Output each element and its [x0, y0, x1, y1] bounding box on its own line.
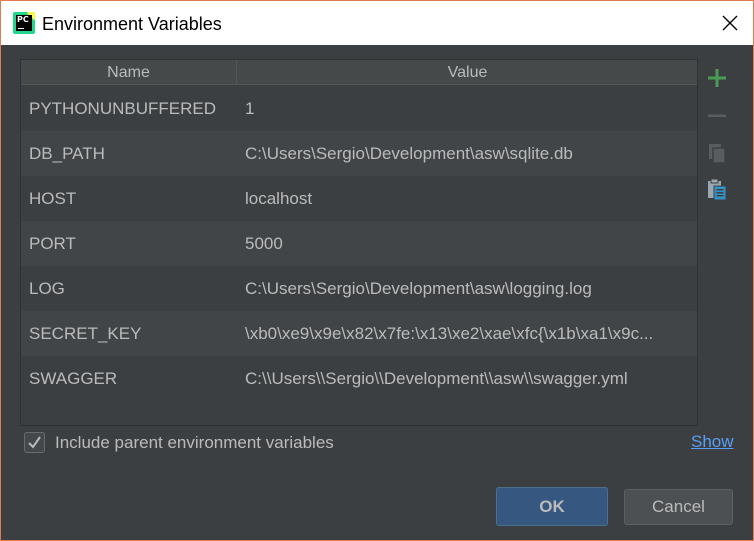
title-bar: PC Environment Variables — [1, 1, 753, 45]
env-value-cell[interactable]: localhost — [245, 176, 689, 221]
env-value-cell[interactable]: C:\Users\Sergio\Development\asw\logging.… — [245, 266, 689, 311]
table-row[interactable]: SWAGGER C:\\Users\\Sergio\\Development\\… — [21, 356, 697, 401]
ok-button[interactable]: OK — [496, 487, 608, 526]
env-value-cell[interactable]: C:\Users\Sergio\Development\asw\sqlite.d… — [245, 131, 689, 176]
show-link[interactable]: Show — [691, 431, 734, 453]
include-parent-checkbox[interactable] — [24, 432, 45, 453]
table-row[interactable]: HOST localhost — [21, 176, 697, 221]
env-name-cell[interactable]: PORT — [29, 221, 234, 266]
table-toolbar — [697, 59, 736, 426]
minus-icon — [708, 114, 726, 117]
env-variables-table: Name Value PYTHONUNBUFFERED 1 DB_PATH C:… — [20, 59, 697, 426]
paste-icon — [708, 178, 727, 201]
app-icon-text: PC — [17, 15, 29, 24]
env-value-cell[interactable]: \xb0\xe9\x9e\x82\x7fe:\x13\xe2\xae\xfc{\… — [245, 311, 689, 356]
env-name-cell[interactable]: DB_PATH — [29, 131, 234, 176]
paste-variables-button[interactable] — [704, 177, 730, 203]
env-name-cell[interactable]: SWAGGER — [29, 356, 234, 401]
environment-variables-dialog: PC Environment Variables Name Value PYTH… — [0, 0, 754, 541]
remove-variable-button[interactable] — [704, 103, 730, 129]
table-row[interactable]: PORT 5000 — [21, 221, 697, 266]
cancel-button[interactable]: Cancel — [624, 489, 733, 525]
dialog-title: Environment Variables — [42, 14, 222, 34]
checkmark-icon — [28, 436, 41, 449]
env-value-cell[interactable]: 5000 — [245, 221, 689, 266]
copy-variables-button[interactable] — [704, 141, 730, 167]
close-icon — [722, 15, 738, 31]
table-row[interactable]: DB_PATH C:\Users\Sergio\Development\asw\… — [21, 131, 697, 176]
env-value-cell[interactable]: C:\\Users\\Sergio\\Development\\asw\\swa… — [245, 356, 689, 401]
table-row[interactable]: SECRET_KEY \xb0\xe9\x9e\x82\x7fe:\x13\xe… — [21, 311, 697, 356]
close-button[interactable] — [707, 1, 753, 45]
table-header: Name Value — [21, 60, 697, 85]
plus-icon — [708, 69, 726, 87]
env-name-cell[interactable]: LOG — [29, 266, 234, 311]
env-name-cell[interactable]: PYTHONUNBUFFERED — [29, 86, 234, 131]
column-header-value[interactable]: Value — [238, 60, 697, 85]
env-value-cell[interactable]: 1 — [245, 86, 689, 131]
copy-icon — [709, 144, 726, 164]
add-variable-button[interactable] — [704, 65, 730, 91]
env-name-cell[interactable]: HOST — [29, 176, 234, 221]
pycharm-app-icon: PC — [13, 12, 35, 34]
env-name-cell[interactable]: SECRET_KEY — [29, 311, 234, 356]
include-parent-label[interactable]: Include parent environment variables — [55, 432, 334, 454]
column-header-name[interactable]: Name — [21, 60, 237, 85]
table-row[interactable]: PYTHONUNBUFFERED 1 — [21, 86, 697, 131]
table-row[interactable]: LOG C:\Users\Sergio\Development\asw\logg… — [21, 266, 697, 311]
